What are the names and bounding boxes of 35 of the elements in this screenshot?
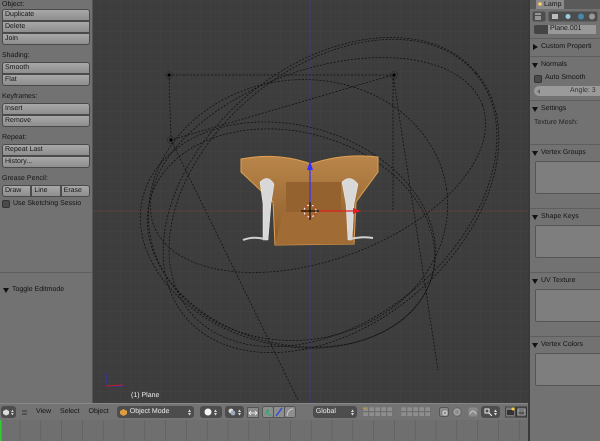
sphere-icon (204, 408, 212, 416)
left-arrow-icon[interactable] (537, 88, 540, 94)
property-tabs[interactable] (548, 11, 598, 22)
editor-type-button[interactable] (1, 406, 16, 418)
3d-cursor-icon (301, 202, 319, 220)
up-down-arrows-icon (238, 408, 241, 416)
checkbox[interactable] (2, 200, 10, 208)
lamp-point (165, 71, 173, 79)
proportional-edit-icon[interactable] (452, 407, 462, 417)
layer-buttons[interactable] (362, 407, 393, 417)
shading-dropdown[interactable] (200, 406, 222, 418)
menu-collapse-icon[interactable] (22, 410, 27, 414)
up-down-arrows-icon (350, 408, 354, 416)
transform-gizmo[interactable] (307, 161, 361, 214)
up-down-arrows-icon (494, 408, 497, 416)
pivot-dropdown[interactable] (224, 406, 244, 418)
list-box[interactable] (535, 225, 600, 258)
list-box[interactable] (535, 353, 600, 386)
lamp-point (390, 71, 398, 79)
up-down-arrows-icon (11, 408, 14, 416)
up-down-arrows-icon (188, 408, 191, 416)
list-box[interactable] (535, 289, 600, 322)
render-icons[interactable] (504, 406, 527, 418)
lamp-icon (538, 2, 542, 7)
axes-icon (103, 372, 125, 388)
lamp-point (167, 136, 175, 144)
checkbox[interactable] (534, 74, 542, 82)
snap-element-dropdown[interactable] (480, 406, 500, 418)
cube-icon (120, 408, 127, 416)
context-dropdown[interactable] (532, 11, 546, 22)
up-down-arrows-icon (214, 408, 218, 416)
manipulator-toggle-icon[interactable] (246, 406, 259, 418)
list-box[interactable] (535, 161, 600, 194)
layer-buttons[interactable] (400, 407, 431, 417)
transform-manipulator-icons[interactable] (262, 406, 296, 418)
